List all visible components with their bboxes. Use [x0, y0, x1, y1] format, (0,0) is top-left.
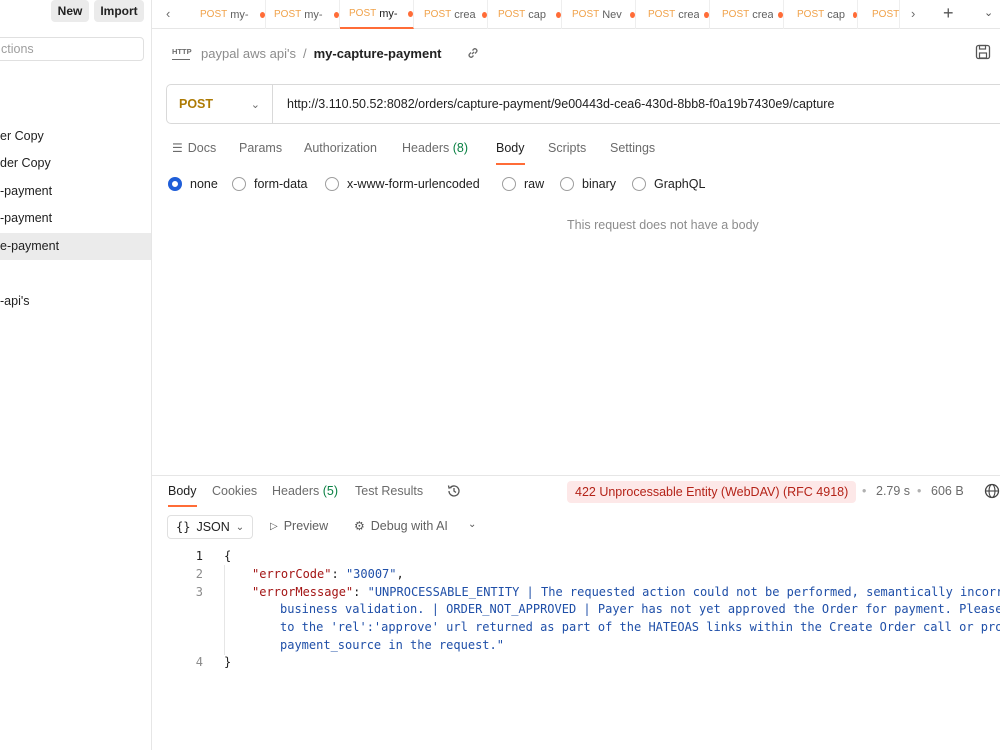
chevron-right-icon[interactable]: ›	[911, 6, 915, 21]
chevron-down-icon[interactable]: ⌄	[984, 6, 993, 19]
unsaved-dot-icon	[630, 11, 635, 18]
plus-icon[interactable]: +	[943, 3, 954, 24]
request-tab-active[interactable]: POST my-	[340, 0, 414, 29]
chevron-down-icon[interactable]: ⌄	[468, 519, 476, 530]
radio-selected-icon	[168, 177, 182, 191]
tab-settings[interactable]: Settings	[610, 141, 655, 165]
request-tab[interactable]: POST crea	[414, 0, 488, 29]
link-icon[interactable]	[466, 46, 480, 60]
separator-dot: •	[917, 484, 922, 498]
request-tab[interactable]: POST my-	[266, 0, 340, 29]
line-number: 2	[195, 567, 203, 581]
code-line[interactable]: }	[224, 655, 231, 669]
request-tab[interactable]: POST cap	[488, 0, 562, 29]
line-number: 3	[195, 585, 203, 599]
chevron-down-icon: ⌄	[250, 98, 260, 111]
line-number: 1	[195, 549, 203, 563]
sidebar-item-active[interactable]: e-payment	[0, 233, 151, 260]
code-line-wrap[interactable]: payment_source in the request."	[280, 638, 504, 652]
braces-icon: {}	[176, 520, 191, 534]
response-time[interactable]: 2.79 s	[876, 484, 910, 498]
response-tab-test-results[interactable]: Test Results	[355, 484, 423, 507]
method-select[interactable]: POST ⌄	[167, 85, 273, 123]
request-tab[interactable]: POST crea	[636, 0, 710, 29]
request-tab[interactable]: POST cap	[784, 0, 858, 29]
history-icon[interactable]	[446, 483, 462, 499]
sidebar: New Import ctions er Copy der Copy -paym…	[0, 0, 152, 750]
tab-headers[interactable]: Headers (8)	[402, 141, 468, 165]
radio-icon	[232, 177, 246, 191]
unsaved-dot-icon	[259, 11, 265, 18]
code-line[interactable]: "errorMessage": "UNPROCESSABLE_ENTITY | …	[252, 585, 1000, 599]
radio-icon	[502, 177, 516, 191]
response-tab-headers[interactable]: Headers (5)	[272, 484, 338, 507]
response-size[interactable]: 606 B	[931, 484, 964, 498]
sidebar-item[interactable]: der Copy	[0, 150, 151, 177]
request-tab[interactable]: POST my-	[192, 0, 266, 29]
unsaved-dot-icon	[407, 10, 413, 17]
tab-params[interactable]: Params	[239, 141, 282, 165]
radio-icon	[632, 177, 646, 191]
unsaved-dot-icon	[482, 11, 487, 18]
radio-raw[interactable]: raw	[502, 177, 544, 191]
line-number: 4	[195, 655, 203, 669]
tab-scripts[interactable]: Scripts	[548, 141, 586, 165]
sidebar-item-collection[interactable]: -api's	[0, 288, 151, 315]
unsaved-dot-icon	[852, 11, 857, 18]
breadcrumb-request[interactable]: my-capture-payment	[314, 46, 442, 61]
request-tab[interactable]: POST Nev	[562, 0, 636, 29]
chevron-down-icon: ⌄	[235, 521, 245, 533]
import-button[interactable]: Import	[94, 0, 144, 22]
method-label: POST	[179, 97, 214, 111]
radio-graphql[interactable]: GraphQL	[632, 177, 705, 191]
play-icon: ▷	[270, 520, 278, 532]
url-bar: POST ⌄ http://3.110.50.52:8082/orders/ca…	[166, 84, 1000, 124]
radio-icon	[325, 177, 339, 191]
separator-dot: •	[862, 484, 867, 498]
code-line[interactable]: "errorCode": "30007",	[252, 567, 404, 581]
response-tab-body[interactable]: Body	[168, 484, 197, 507]
radio-form-data[interactable]: form-data	[232, 177, 308, 191]
format-select[interactable]: {} JSON ⌄	[167, 515, 253, 539]
empty-body-message: This request does not have a body	[567, 218, 759, 232]
docs-icon: ☰	[172, 141, 183, 155]
preview-button[interactable]: ▷ Preview	[270, 519, 328, 533]
debug-icon: ⚙	[354, 519, 365, 533]
radio-none[interactable]: none	[168, 177, 218, 191]
status-badge[interactable]: 422 Unprocessable Entity (WebDAV) (RFC 4…	[567, 481, 857, 503]
new-button[interactable]: New	[51, 0, 89, 22]
unsaved-dot-icon	[556, 11, 561, 18]
tab-authorization[interactable]: Authorization	[304, 141, 377, 165]
breadcrumb-collection[interactable]: paypal aws api's	[201, 46, 296, 61]
response-divider[interactable]	[152, 475, 1000, 476]
unsaved-dot-icon	[704, 11, 709, 18]
radio-x-www-form-urlencoded[interactable]: x-www-form-urlencoded	[325, 177, 480, 191]
request-tab[interactable]: POST	[858, 0, 900, 29]
sidebar-item[interactable]: er Copy	[0, 123, 151, 150]
debug-with-ai-button[interactable]: ⚙ Debug with AI	[354, 519, 448, 533]
globe-icon[interactable]	[984, 483, 1000, 499]
tab-docs[interactable]: ☰ Docs	[172, 141, 216, 165]
http-icon: HTTP	[172, 46, 192, 60]
sidebar-item[interactable]: -payment	[0, 205, 151, 232]
breadcrumb: HTTP paypal aws api's / my-capture-payme…	[172, 43, 480, 63]
unsaved-dot-icon	[333, 11, 339, 18]
breadcrumb-separator: /	[302, 45, 307, 61]
radio-icon	[560, 177, 574, 191]
radio-binary[interactable]: binary	[560, 177, 616, 191]
save-icon[interactable]	[975, 44, 991, 60]
request-tab[interactable]: POST crea	[710, 0, 784, 29]
unsaved-dot-icon	[778, 11, 783, 18]
url-input[interactable]: http://3.110.50.52:8082/orders/capture-p…	[273, 97, 834, 111]
code-line-wrap[interactable]: business validation. | ORDER_NOT_APPROVE…	[280, 602, 1000, 616]
code-line-wrap[interactable]: to the 'rel':'approve' url returned as p…	[280, 620, 1000, 634]
chevron-left-icon[interactable]: ‹	[166, 6, 170, 21]
request-tab-bar: ‹ POST my- POST my- POST my- POST crea POST c…	[152, 0, 1000, 29]
sidebar-item[interactable]: -payment	[0, 178, 151, 205]
tab-body[interactable]: Body	[496, 141, 525, 165]
response-tab-cookies[interactable]: Cookies	[212, 484, 257, 507]
code-line[interactable]: {	[224, 549, 231, 563]
collections-search-input[interactable]: ctions	[0, 37, 144, 61]
indent-guide	[224, 565, 225, 655]
